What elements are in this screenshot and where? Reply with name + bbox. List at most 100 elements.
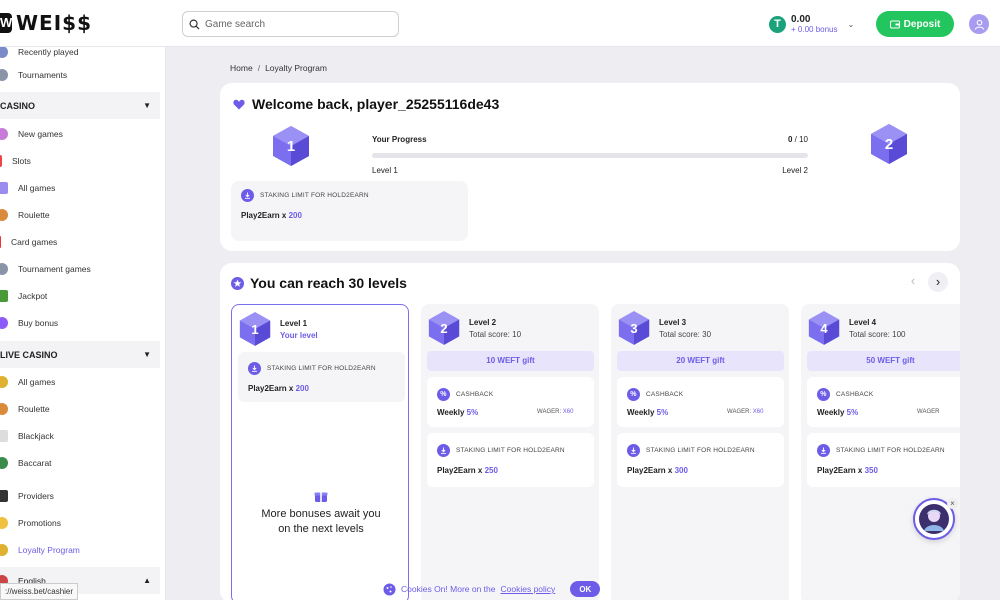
game-search[interactable]	[182, 11, 399, 37]
level-badge: 4	[808, 310, 840, 346]
level-card-2: 2 Level 2 Total score: 10 10 WEFT gift %…	[421, 304, 599, 600]
tether-icon: T	[769, 15, 786, 33]
roulette-icon	[0, 402, 8, 415]
level-badge: 1	[239, 311, 271, 347]
breadcrumb-home[interactable]: Home	[230, 63, 253, 73]
level-name: Level 3	[659, 318, 687, 327]
deposit-button[interactable]: Deposit	[876, 11, 954, 37]
heart-icon	[233, 99, 245, 109]
level-score: Total score: 30	[659, 330, 712, 339]
user-avatar[interactable]	[969, 14, 989, 34]
staking-value: Play2Earn x 200	[241, 211, 302, 220]
welcome-title: Welcome back, player_25255116de43	[233, 96, 499, 112]
sidebar-section-live-casino[interactable]: LIVE CASINO ▼	[0, 341, 160, 368]
sidebar-item-live-all-games[interactable]: All games	[0, 368, 160, 395]
progress-label: Your Progress	[372, 135, 427, 144]
baccarat-icon	[0, 456, 8, 469]
staking-value: Play2Earn x 350	[817, 466, 878, 475]
logo-text: WEI$$	[16, 11, 92, 35]
next-level-badge: 2	[870, 123, 908, 165]
percent-icon: %	[437, 388, 450, 401]
sidebar-item-tournaments[interactable]: Tournaments	[0, 61, 160, 88]
support-avatar-icon	[919, 504, 949, 534]
level-badge: 3	[618, 310, 650, 346]
sidebar-item-buy-bonus[interactable]: Buy bonus	[0, 309, 160, 336]
sidebar-item-card-games[interactable]: Card games	[0, 228, 160, 255]
level-name: Level 4	[849, 318, 877, 327]
sidebar-item-jackpot[interactable]: Jackpot	[0, 282, 160, 309]
sidebar-item-promotions[interactable]: Promotions	[0, 509, 160, 536]
download-icon	[627, 444, 640, 457]
sidebar: Recently played Tournaments CASINO ▼ New …	[0, 45, 166, 600]
cookie-policy-link[interactable]: Cookies policy	[501, 584, 556, 594]
gift-box-icon	[314, 490, 328, 508]
sidebar-item-loyalty-program[interactable]: Loyalty Program	[0, 536, 160, 563]
cards-icon	[0, 235, 1, 248]
star-icon	[0, 127, 8, 140]
sidebar-item-new-games[interactable]: New games	[0, 120, 160, 147]
level-name: Level 2	[469, 318, 497, 327]
cookie-ok-button[interactable]: OK	[570, 581, 601, 597]
gift-badge: 20 WEFT gift	[617, 351, 784, 371]
caret-down-icon: ▼	[143, 350, 151, 359]
cookie-icon	[383, 583, 396, 595]
download-icon	[241, 189, 254, 202]
sidebar-item-slots[interactable]: Slots	[0, 147, 160, 174]
sidebar-item-all-games[interactable]: All games	[0, 174, 160, 201]
download-icon	[437, 444, 450, 457]
deposit-label: Deposit	[903, 18, 941, 30]
level-score: Total score: 100	[849, 330, 906, 339]
caret-up-icon: ▲	[143, 576, 151, 585]
blackjack-icon	[0, 429, 8, 442]
progress-level-end: Level 2	[782, 166, 808, 175]
level-badge: 2	[428, 310, 460, 346]
percent-icon: %	[627, 388, 640, 401]
cookie-banner: Cookies On! More on the Cookies policy O…	[383, 581, 601, 597]
chevron-down-icon: ⌄	[847, 19, 855, 29]
staking-perk: STAKING LIMIT FOR HOLD2EARN Play2Earn x …	[807, 433, 960, 487]
status-bar-url: ://weiss.bet/cashier	[0, 583, 79, 600]
levels-card: You can reach 30 levels ‹ › 1 Level 1 Yo…	[220, 263, 960, 600]
gift-badge: 10 WEFT gift	[427, 351, 594, 371]
levels-title: You can reach 30 levels	[231, 275, 407, 291]
chat-close-icon[interactable]: ×	[947, 498, 958, 509]
staking-perk: STAKING LIMIT FOR HOLD2EARN Play2Earn x …	[231, 181, 468, 241]
more-bonuses-text: More bonuses await you on the next levels	[261, 508, 381, 535]
sidebar-item-live-roulette[interactable]: Roulette	[0, 395, 160, 422]
sidebar-item-roulette[interactable]: Roulette	[0, 201, 160, 228]
cookie-text: Cookies On! More on the	[401, 584, 496, 594]
staking-perk: STAKING LIMIT FOR HOLD2EARN Play2Earn x …	[238, 352, 405, 402]
wager-value: WAGER	[917, 409, 940, 415]
clock-icon	[0, 45, 8, 58]
download-icon	[248, 362, 261, 375]
providers-icon	[0, 489, 8, 502]
wager-value: WAGER: X60	[727, 409, 764, 415]
balance-selector[interactable]: T 0.00 + 0.00 bonus ⌄	[765, 10, 860, 38]
slots-icon	[0, 154, 2, 167]
star-badge-icon	[231, 276, 244, 290]
sidebar-item-tournament-games[interactable]: Tournament games	[0, 255, 160, 282]
cashback-perk: % CASHBACK Weekly 5% WAGER: X60	[617, 377, 784, 427]
cashback-value: Weekly 5%	[627, 408, 669, 417]
sidebar-item-providers[interactable]: Providers	[0, 482, 160, 509]
trophy-icon	[0, 262, 8, 275]
sidebar-section-casino[interactable]: CASINO ▼	[0, 92, 160, 119]
crown-icon	[0, 543, 8, 556]
site-logo[interactable]: W WEI$$	[0, 11, 92, 35]
wager-value: WAGER: X60	[537, 409, 574, 415]
search-input[interactable]	[205, 18, 375, 30]
carousel-next-button[interactable]: ›	[928, 272, 948, 292]
level-card-1: 1 Level 1 Your level STAKING LIMIT FOR H…	[231, 304, 409, 600]
level-card-4: 4 Level 4 Total score: 100 50 WEFT gift …	[801, 304, 960, 600]
live-icon	[0, 375, 8, 388]
balance-amount: 0.00	[791, 13, 811, 25]
grid-icon	[0, 181, 8, 194]
roulette-icon	[0, 208, 8, 221]
cashback-perk: % CASHBACK Weekly 5% WAGER	[807, 377, 960, 427]
staking-value: Play2Earn x 300	[627, 466, 688, 475]
carousel-prev-button[interactable]: ‹	[904, 272, 922, 290]
user-icon	[974, 19, 984, 30]
jackpot-icon	[0, 289, 8, 302]
sidebar-item-blackjack[interactable]: Blackjack	[0, 422, 160, 449]
sidebar-item-baccarat[interactable]: Baccarat	[0, 449, 160, 476]
